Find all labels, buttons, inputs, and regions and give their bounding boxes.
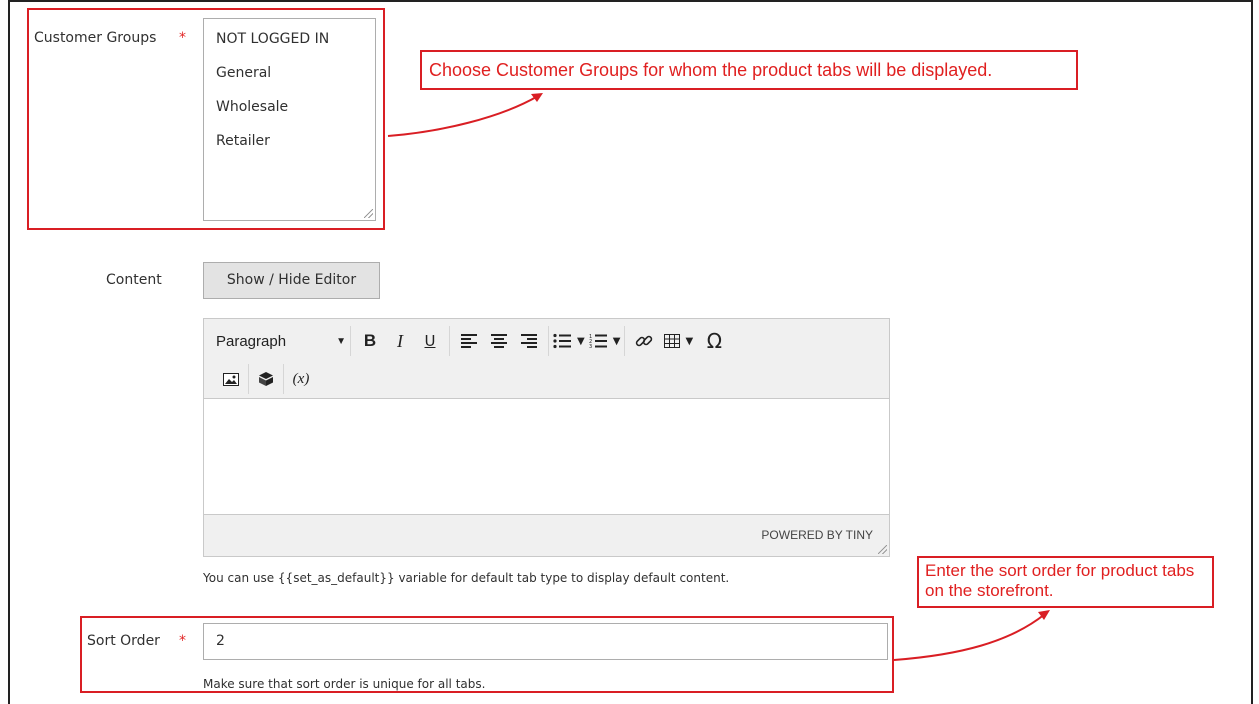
required-asterisk: * — [179, 633, 186, 649]
sort-order-note: Make sure that sort order is unique for … — [203, 677, 486, 691]
sort-order-input[interactable]: 2 — [203, 623, 888, 660]
sort-order-label: Sort Order — [87, 633, 160, 649]
callout-arrow-2 — [893, 610, 1050, 661]
